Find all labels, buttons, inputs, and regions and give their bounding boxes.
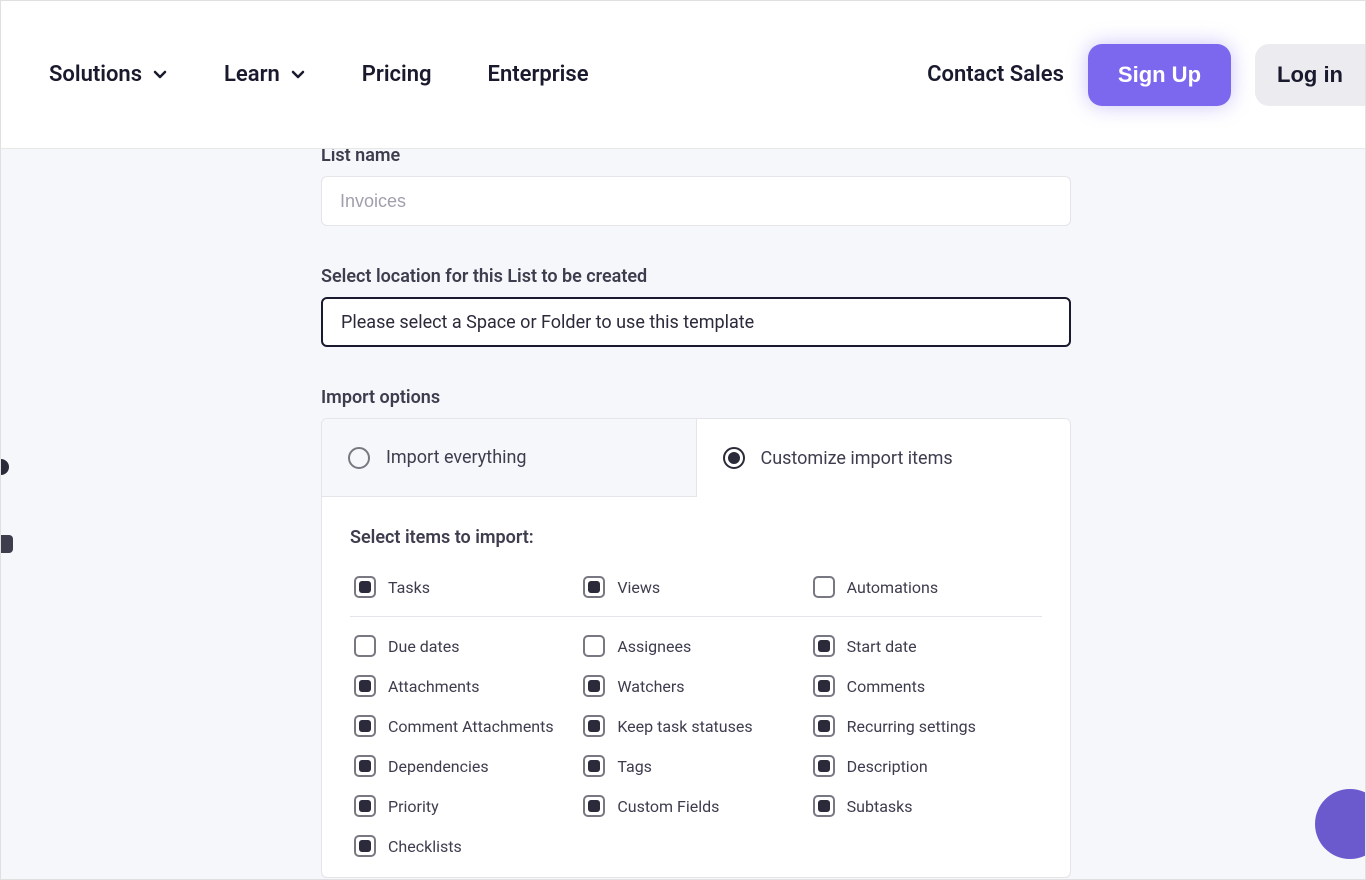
checkbox-due-dates[interactable]: Due dates <box>354 635 583 657</box>
list-name-input[interactable] <box>321 176 1071 226</box>
checkbox-box-icon <box>583 576 605 598</box>
nav-enterprise-label: Enterprise <box>488 62 589 87</box>
checkbox-attachments[interactable]: Attachments <box>354 675 583 697</box>
nav-learn[interactable]: Learn <box>224 62 306 87</box>
checkbox-box-icon <box>354 715 376 737</box>
contact-sales-link[interactable]: Contact Sales <box>927 62 1064 87</box>
checkbox-box-icon <box>354 835 376 857</box>
checkbox-row-primary: Tasks Views Automations <box>350 576 1042 598</box>
checkbox-box-icon <box>583 795 605 817</box>
checkbox-views[interactable]: Views <box>583 576 812 598</box>
checkbox-label: Keep task statuses <box>617 717 752 736</box>
checkbox-label: Dependencies <box>388 757 489 776</box>
checkbox-box-icon <box>583 675 605 697</box>
tab-customize-import-label: Customize import items <box>761 448 953 469</box>
tab-customize-import[interactable]: Customize import items <box>697 419 1071 497</box>
checkbox-recurring-settings[interactable]: Recurring settings <box>813 715 1042 737</box>
nav-pricing-label: Pricing <box>362 62 432 87</box>
checkbox-label: Checklists <box>388 837 462 856</box>
checkbox-box-icon <box>813 715 835 737</box>
checkbox-label: Tasks <box>388 578 430 597</box>
divider <box>350 616 1042 617</box>
checkbox-automations[interactable]: Automations <box>813 576 1042 598</box>
checkbox-assignees[interactable]: Assignees <box>583 635 812 657</box>
tab-import-everything[interactable]: Import everything <box>322 419 697 497</box>
checkbox-label: Start date <box>847 637 917 656</box>
radio-icon <box>348 447 370 469</box>
checkbox-box-icon <box>813 755 835 777</box>
nav-right: Contact Sales Sign Up Log in <box>927 44 1317 106</box>
checkbox-subtasks[interactable]: Subtasks <box>813 795 1042 817</box>
checkbox-box-icon <box>583 635 605 657</box>
checkbox-box-icon <box>354 576 376 598</box>
form-container: List name Select location for this List … <box>321 149 1071 878</box>
checkbox-label: Custom Fields <box>617 797 719 816</box>
nav-pricing[interactable]: Pricing <box>362 62 432 87</box>
select-items-label: Select items to import: <box>350 527 1042 548</box>
checkbox-box-icon <box>354 755 376 777</box>
checkbox-box-icon <box>583 715 605 737</box>
checkbox-label: Due dates <box>388 637 459 656</box>
checkbox-watchers[interactable]: Watchers <box>583 675 812 697</box>
side-handle[interactable] <box>1 459 9 475</box>
checkbox-label: Description <box>847 757 928 776</box>
select-location-label: Select location for this List to be crea… <box>321 266 1071 287</box>
select-location-placeholder: Please select a Space or Folder to use t… <box>341 312 754 333</box>
checkbox-box-icon <box>813 675 835 697</box>
checkbox-label: Comment Attachments <box>388 717 554 736</box>
checkbox-label: Views <box>617 578 660 597</box>
checkbox-grid: Due dates Assignees Start date Attachments W… <box>350 635 1042 857</box>
select-location-dropdown[interactable]: Please select a Space or Folder to use t… <box>321 297 1071 347</box>
checkbox-keep-task-statuses[interactable]: Keep task statuses <box>583 715 812 737</box>
import-tabs: Import everything Customize import items <box>322 419 1070 497</box>
checkbox-custom-fields[interactable]: Custom Fields <box>583 795 812 817</box>
nav-solutions-label: Solutions <box>49 62 142 87</box>
checkbox-start-date[interactable]: Start date <box>813 635 1042 657</box>
side-handle-2[interactable] <box>1 535 13 553</box>
help-fab[interactable] <box>1315 789 1365 859</box>
checkbox-priority[interactable]: Priority <box>354 795 583 817</box>
checkbox-label: Watchers <box>617 677 684 696</box>
nav-enterprise[interactable]: Enterprise <box>488 62 589 87</box>
checkbox-box-icon <box>354 795 376 817</box>
checkbox-label: Automations <box>847 578 938 597</box>
checkbox-description[interactable]: Description <box>813 755 1042 777</box>
login-button[interactable]: Log in <box>1255 44 1365 106</box>
checkbox-box-icon <box>813 635 835 657</box>
checkbox-label: Priority <box>388 797 439 816</box>
import-content: Select items to import: Tasks Views Automa… <box>322 497 1070 877</box>
nav-left: Solutions Learn Pricing Enterprise <box>49 62 589 87</box>
chevron-down-icon <box>152 67 168 83</box>
nav-solutions[interactable]: Solutions <box>49 62 168 87</box>
checkbox-comments[interactable]: Comments <box>813 675 1042 697</box>
checkbox-label: Tags <box>617 757 652 776</box>
checkbox-label: Comments <box>847 677 925 696</box>
top-nav: Solutions Learn Pricing Enterprise Conta… <box>1 1 1365 149</box>
list-name-label: List name <box>321 149 1071 166</box>
checkbox-tags[interactable]: Tags <box>583 755 812 777</box>
checkbox-dependencies[interactable]: Dependencies <box>354 755 583 777</box>
checkbox-checklists[interactable]: Checklists <box>354 835 583 857</box>
checkbox-label: Assignees <box>617 637 691 656</box>
tab-import-everything-label: Import everything <box>386 447 527 468</box>
checkbox-box-icon <box>813 795 835 817</box>
checkbox-box-icon <box>354 675 376 697</box>
nav-learn-label: Learn <box>224 62 280 87</box>
checkbox-label: Subtasks <box>847 797 913 816</box>
main-area: List name Select location for this List … <box>1 149 1365 879</box>
checkbox-label: Attachments <box>388 677 480 696</box>
checkbox-box-icon <box>354 635 376 657</box>
checkbox-box-icon <box>583 755 605 777</box>
checkbox-box-icon <box>813 576 835 598</box>
import-options-panel: Import everything Customize import items… <box>321 418 1071 878</box>
checkbox-label: Recurring settings <box>847 717 976 736</box>
chevron-down-icon <box>290 67 306 83</box>
radio-icon <box>723 447 745 469</box>
checkbox-tasks[interactable]: Tasks <box>354 576 583 598</box>
signup-button[interactable]: Sign Up <box>1088 44 1231 106</box>
import-options-label: Import options <box>321 387 1071 408</box>
checkbox-comment-attachments[interactable]: Comment Attachments <box>354 715 583 737</box>
